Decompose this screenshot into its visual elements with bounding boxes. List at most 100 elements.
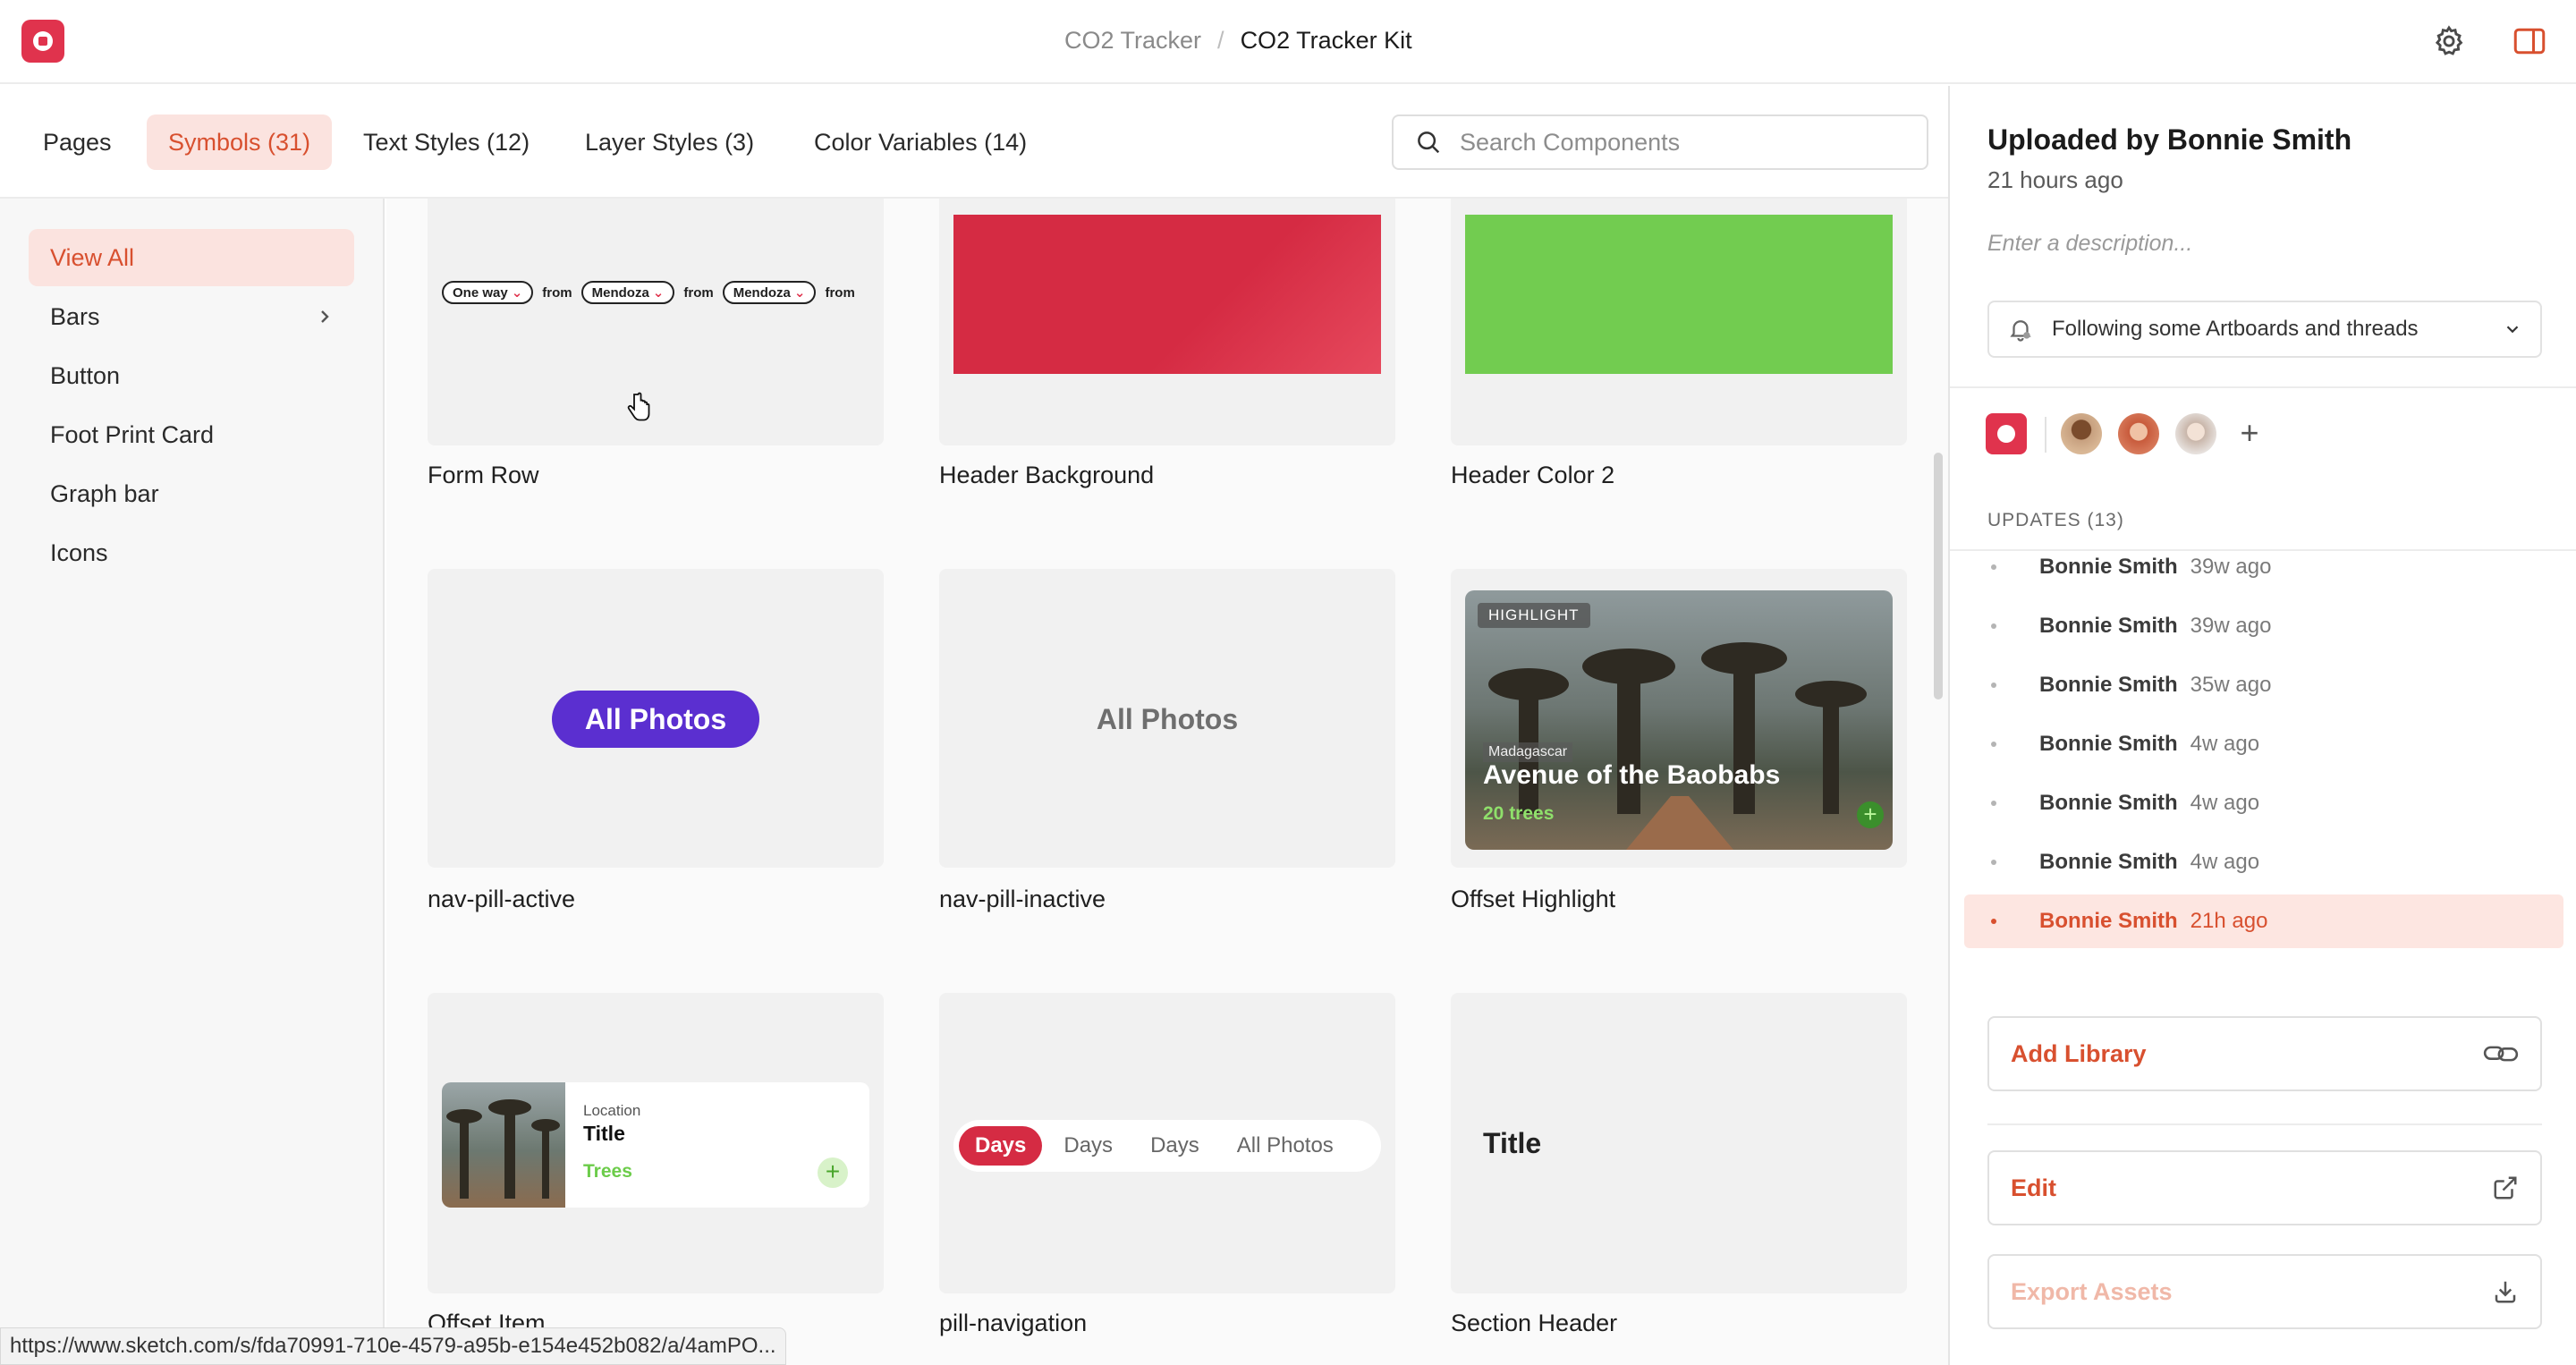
search-icon [1418, 131, 1440, 154]
card-label: nav-pill-inactive [939, 886, 1106, 912]
update-author: Bonnie Smith [2039, 791, 2178, 815]
main-scrollbar-thumb[interactable] [1934, 453, 1943, 699]
edit-button[interactable]: Edit [1987, 1150, 2542, 1225]
symbol-card-offset-item[interactable]: Location Title Trees + [428, 993, 884, 1293]
tab-layer-styles[interactable]: Layer Styles (3) [564, 114, 775, 170]
avatar[interactable] [2175, 413, 2216, 454]
update-time: 35w ago [2190, 673, 2272, 697]
panel-right-icon [2513, 28, 2546, 55]
divider [1950, 386, 2576, 388]
workspace-avatar[interactable] [1986, 413, 2027, 454]
section-header-preview: Title [1483, 1127, 1542, 1159]
symbol-card-offset-highlight[interactable]: HIGHLIGHT Madagascar Avenue of the Baoba… [1451, 569, 1907, 868]
symbol-card-nav-pill-inactive[interactable]: All Photos [939, 569, 1395, 868]
form-row-preview: One way ⌄ from Mendoza ⌄ from Mendoza ⌄ fro… [442, 281, 855, 304]
card-label: Header Color 2 [1451, 462, 1615, 488]
plus-icon: + [1857, 801, 1884, 828]
sidebar-item-icons[interactable]: Icons [29, 524, 354, 581]
sidebar-item-graph-bar[interactable]: Graph bar [29, 465, 354, 522]
breadcrumb: CO2 Tracker / CO2 Tracker Kit [1064, 27, 1412, 55]
update-time: 39w ago [2190, 555, 2272, 579]
baobab-thumbnail-image [446, 1099, 560, 1199]
sidebar-item-bars[interactable]: Bars [29, 288, 354, 345]
sidebar-item-label: Icons [50, 539, 108, 566]
pill-text: Mendoza [591, 284, 649, 301]
toggle-sidebar-button[interactable] [2510, 21, 2549, 61]
symbol-card-header-background[interactable] [939, 199, 1395, 445]
search-field[interactable] [1392, 114, 1928, 170]
settings-button[interactable] [2428, 20, 2470, 63]
update-item[interactable]: Bonnie Smith 35w ago [1964, 658, 2563, 712]
sidebar-item-foot-print-card[interactable]: Foot Print Card [29, 406, 354, 463]
add-library-button[interactable]: Add Library [1987, 1016, 2542, 1091]
update-item[interactable]: Bonnie Smith 4w ago [1964, 776, 2563, 830]
sidebar-item-label: Graph bar [50, 480, 159, 507]
tab-color-variables[interactable]: Color Variables (14) [792, 114, 1048, 170]
header-color-swatch [1465, 215, 1893, 374]
chevron-down-icon: ⌄ [511, 285, 523, 301]
pill-nav-item: Days [1150, 1133, 1199, 1157]
update-author: Bonnie Smith [2039, 614, 2178, 638]
highlight-region: Madagascar [1483, 742, 1573, 762]
avatar[interactable] [2118, 413, 2159, 454]
nav-pill-inactive-preview: All Photos [1096, 702, 1239, 735]
main-scrollbar[interactable] [1932, 199, 1945, 1365]
sidebar-item-view-all[interactable]: View All [29, 229, 354, 286]
divider [1987, 1123, 2542, 1125]
update-item-current[interactable]: Bonnie Smith 21h ago [1964, 894, 2563, 948]
symbol-card-pill-navigation[interactable]: Days Days Days All Photos [939, 993, 1395, 1293]
description-field[interactable]: Enter a description... [1987, 231, 2192, 257]
offset-item-preview: Location Title Trees + [442, 1082, 869, 1208]
symbol-card-form-row[interactable]: One way ⌄ from Mendoza ⌄ from Mendoza ⌄ fro… [428, 199, 884, 445]
update-item[interactable]: Bonnie Smith 39w ago [1964, 599, 2563, 653]
follow-dropdown[interactable]: Following some Artboards and threads [1987, 301, 2542, 358]
sidebar-item-label: Bars [50, 303, 100, 330]
sidebar-item-button[interactable]: Button [29, 347, 354, 404]
offset-item-trees: Trees [583, 1161, 632, 1182]
details-panel: Uploaded by Bonnie Smith 21 hours ago En… [1948, 86, 2576, 1365]
update-author: Bonnie Smith [2039, 732, 2178, 756]
hand-cursor-icon [627, 392, 650, 421]
updates-header: UPDATES (13) [1987, 510, 2124, 530]
plus-icon: + [818, 1157, 848, 1188]
tab-symbols[interactable]: Symbols (31) [147, 114, 333, 170]
bullet-icon [1991, 919, 1996, 924]
search-input[interactable] [1460, 128, 1889, 157]
bullet-icon [1991, 860, 1996, 865]
symbol-card-section-header[interactable]: Title [1451, 993, 1907, 1293]
tab-text-styles[interactable]: Text Styles (12) [342, 114, 551, 170]
sidebar-item-label: Button [50, 362, 121, 389]
card-label: Offset Highlight [1451, 886, 1616, 912]
export-assets-button[interactable]: Export Assets [1987, 1254, 2542, 1329]
card-label: Header Background [939, 462, 1155, 488]
offset-item-location: Location [583, 1102, 641, 1119]
update-author: Bonnie Smith [2039, 909, 2178, 933]
form-row-text: from [825, 284, 855, 301]
highlight-title: Avenue of the Baobabs [1483, 760, 1781, 790]
chevron-down-icon: ⌄ [793, 285, 806, 301]
update-item[interactable]: Bonnie Smith 4w ago [1964, 835, 2563, 889]
sidebar-item-label: View All [50, 244, 135, 271]
add-member-plus-icon[interactable]: + [2231, 415, 2268, 453]
bullet-icon [1991, 742, 1996, 747]
tab-pages[interactable]: Pages [21, 114, 133, 170]
breadcrumb-project[interactable]: CO2 Tracker [1064, 27, 1201, 55]
follow-label: Following some Artboards and threads [2052, 317, 2419, 341]
form-row-text: from [542, 284, 572, 301]
sidebar-item-label: Foot Print Card [50, 421, 215, 448]
pill-navigation-preview: Days Days Days All Photos [953, 1120, 1381, 1172]
symbol-card-header-color-2[interactable] [1451, 199, 1907, 445]
card-label: Section Header [1451, 1310, 1618, 1336]
update-item[interactable]: Bonnie Smith 4w ago [1964, 717, 2563, 771]
update-item[interactable]: Bonnie Smith 39w ago [1964, 540, 2563, 594]
breadcrumb-document: CO2 Tracker Kit [1240, 27, 1412, 54]
app-logo-icon[interactable] [21, 20, 64, 63]
avatar[interactable] [2061, 413, 2102, 454]
bullet-icon [1991, 682, 1996, 688]
offset-item-image [442, 1082, 565, 1208]
card-label: pill-navigation [939, 1310, 1088, 1336]
highlight-count: 20 trees [1483, 803, 1555, 824]
pill-nav-active: Days [959, 1126, 1043, 1166]
symbol-card-nav-pill-active[interactable]: All Photos [428, 569, 884, 868]
update-time: 4w ago [2190, 850, 2260, 874]
